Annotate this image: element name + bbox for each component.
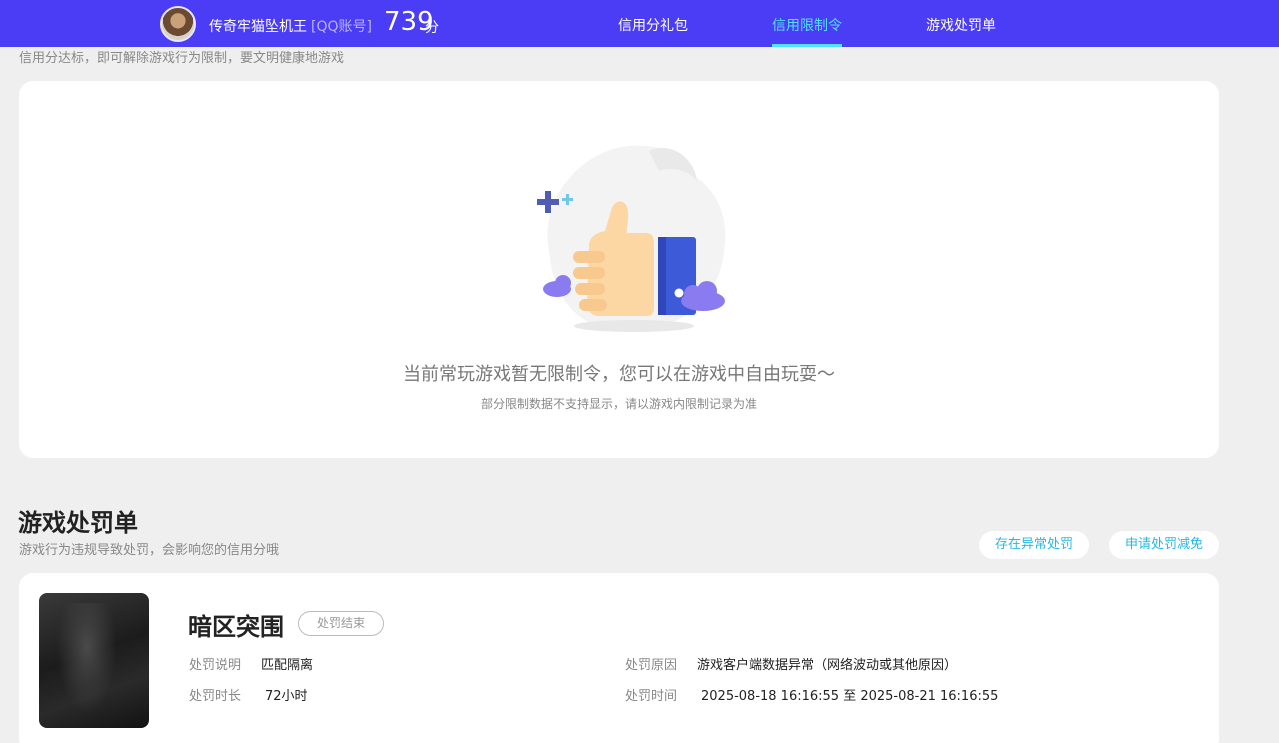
duration-label: 处罚时长	[189, 689, 242, 704]
avatar[interactable]	[160, 6, 196, 42]
desc-value: 匹配隔离	[261, 658, 314, 673]
tab-credit-gift[interactable]: 信用分礼包	[618, 15, 688, 35]
active-tab-indicator	[772, 44, 842, 47]
restriction-empty-card: 当前常玩游戏暂无限制令，您可以在游戏中自由玩耍～ 部分限制数据不支持显示，请以游…	[19, 81, 1219, 458]
status-badge: 处罚结束	[298, 611, 384, 636]
intro-text: 信用分达标，即可解除游戏行为限制，要文明健康地游戏	[19, 51, 345, 66]
game-cover-image	[39, 593, 149, 728]
abnormal-penalty-button[interactable]: 存在异常处罚	[979, 531, 1089, 559]
desc-label: 处罚说明	[189, 658, 242, 673]
tab-credit-restriction[interactable]: 信用限制令	[772, 15, 842, 35]
empty-state-subtitle: 部分限制数据不支持显示，请以游戏内限制记录为准	[480, 397, 757, 411]
empty-state-title: 当前常玩游戏暂无限制令，您可以在游戏中自由玩耍～	[403, 364, 835, 385]
section-subtitle: 游戏行为违规导致处罚，会影响您的信用分哦	[19, 543, 280, 558]
section-title: 游戏处罚单	[18, 509, 138, 537]
account-type: [QQ账号]	[311, 19, 372, 35]
penalty-card[interactable]: 暗区突围 处罚结束 处罚说明 匹配隔离 处罚时长 72小时 处罚原因 游戏客户端…	[19, 573, 1219, 743]
thumbs-up-illustration	[537, 145, 726, 332]
game-name: 暗区突围	[188, 613, 284, 641]
username: 传奇牢猫坠机王	[209, 19, 307, 35]
apply-reduction-button[interactable]: 申请处罚减免	[1109, 531, 1219, 559]
score-unit: 分	[425, 20, 439, 36]
top-nav-bar: 传奇牢猫坠机王 [QQ账号] 739 分 信用分礼包 信用限制令 游戏处罚单	[0, 0, 1279, 47]
reason-value: 游戏客户端数据异常（网络波动或其他原因）	[697, 658, 958, 673]
tab-game-penalty[interactable]: 游戏处罚单	[926, 15, 996, 35]
time-value: 2025-08-18 16:16:55 至 2025-08-21 16:16:5…	[701, 689, 999, 704]
duration-value: 72小时	[265, 689, 308, 704]
time-label: 处罚时间	[625, 689, 678, 704]
reason-label: 处罚原因	[625, 658, 678, 673]
